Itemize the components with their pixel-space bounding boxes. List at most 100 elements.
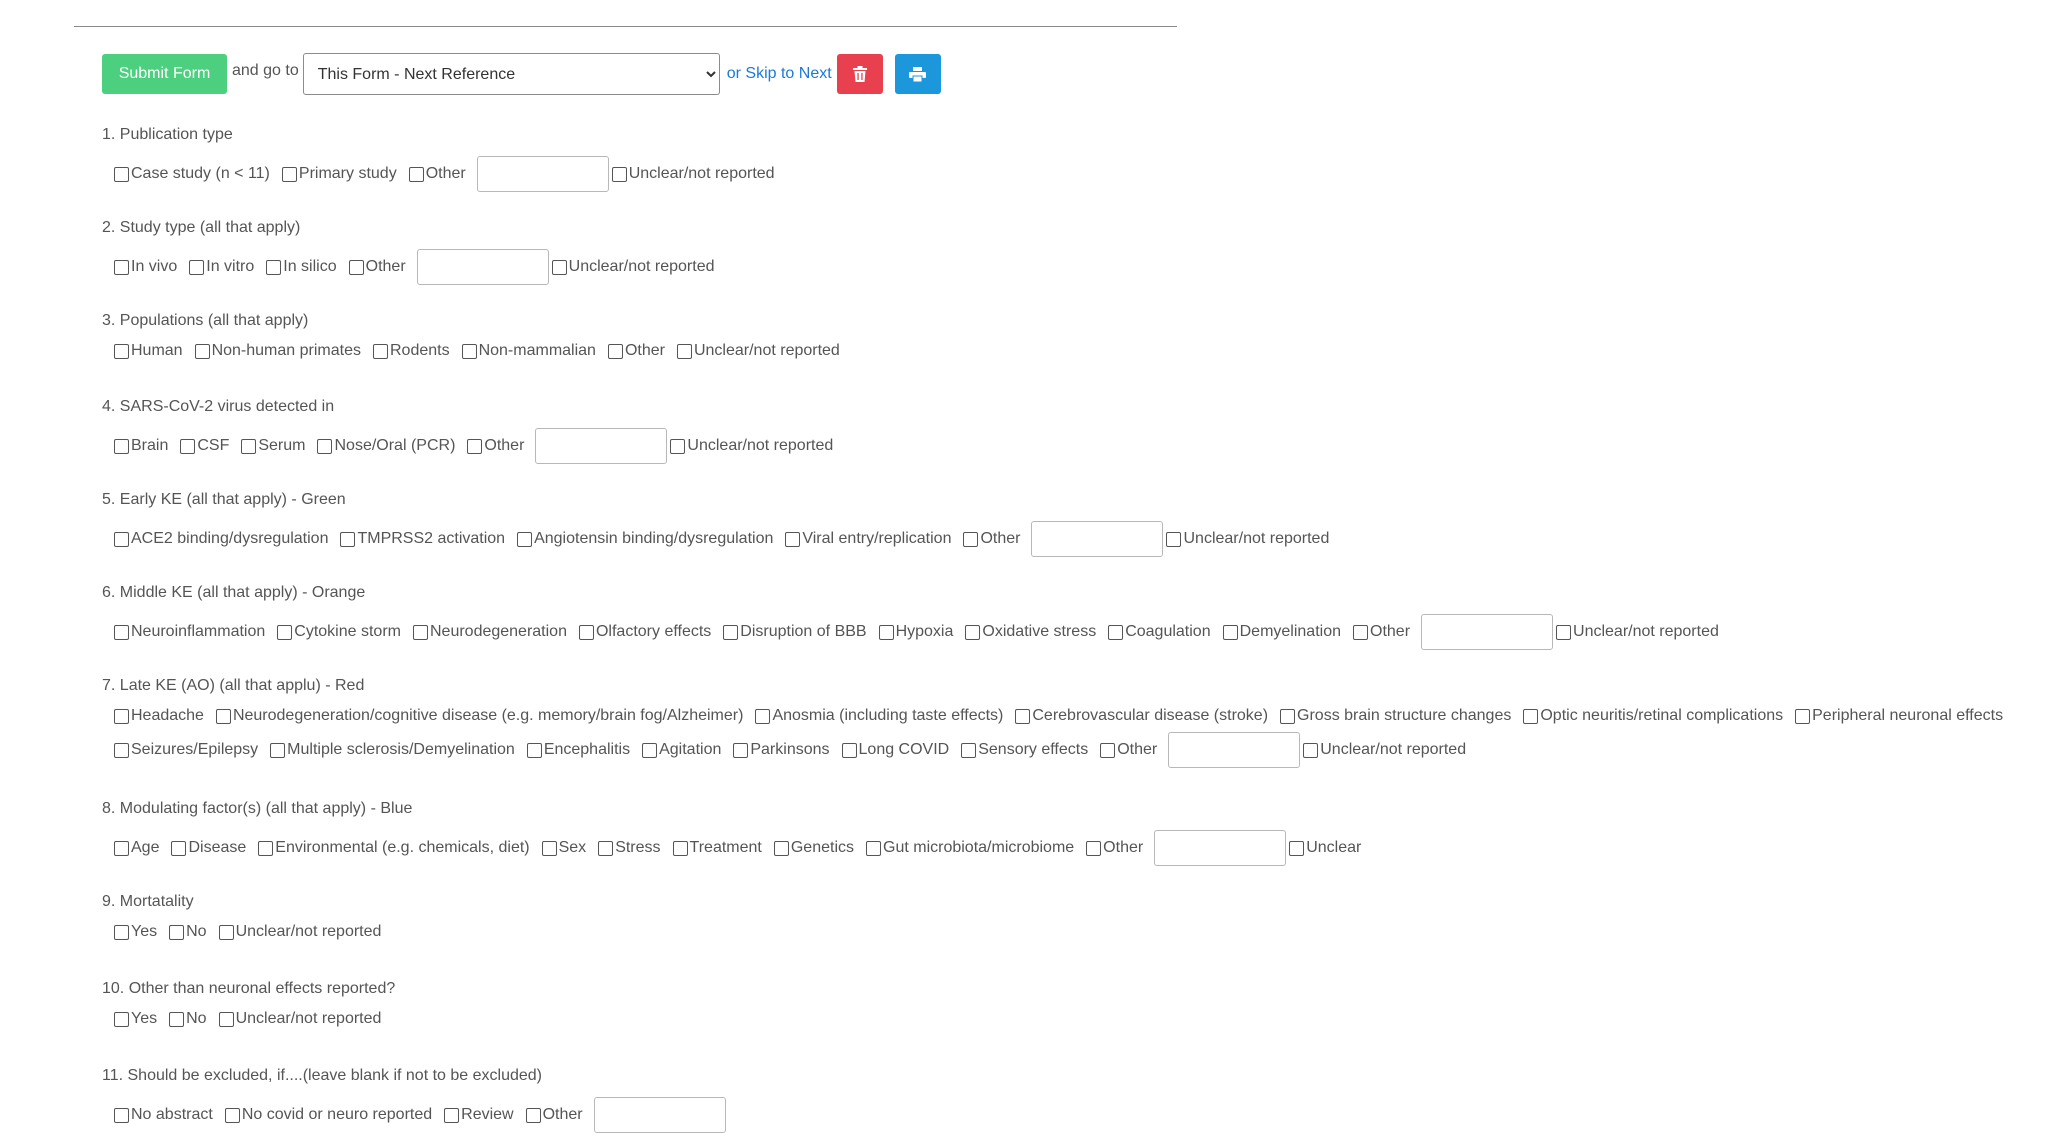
checkbox[interactable] <box>611 166 627 182</box>
checkbox[interactable] <box>1303 742 1319 758</box>
checkbox[interactable] <box>180 438 196 454</box>
option-checkbox[interactable]: Unclear/not reported <box>1166 530 1329 548</box>
checkbox[interactable] <box>114 708 129 724</box>
option-checkbox[interactable]: Other <box>348 258 406 276</box>
checkbox[interactable] <box>733 742 749 758</box>
option-checkbox[interactable]: Cytokine storm <box>277 623 401 641</box>
checkbox[interactable] <box>169 924 185 940</box>
checkbox[interactable] <box>1222 624 1238 640</box>
option-checkbox[interactable]: Oxidative stress <box>965 623 1096 641</box>
checkbox[interactable] <box>1523 708 1539 724</box>
option-checkbox[interactable]: Viral entry/replication <box>785 530 951 548</box>
option-checkbox[interactable]: Other <box>1086 839 1143 857</box>
option-checkbox[interactable]: No <box>169 1010 207 1028</box>
option-checkbox[interactable]: Yes <box>114 923 157 941</box>
option-checkbox[interactable]: Yes <box>114 1010 157 1028</box>
checkbox[interactable] <box>317 438 333 454</box>
option-checkbox[interactable]: In vitro <box>189 258 254 276</box>
checkbox[interactable] <box>1086 840 1102 856</box>
option-checkbox[interactable]: Non-human primates <box>194 342 361 360</box>
other-text-field[interactable] <box>1154 830 1287 866</box>
checkbox[interactable] <box>189 259 205 275</box>
option-checkbox[interactable]: Gut microbiota/microbiome <box>866 839 1074 857</box>
checkbox[interactable] <box>598 840 614 856</box>
option-checkbox[interactable]: Multiple sclerosis/Demyelination <box>270 741 515 759</box>
checkbox[interactable] <box>672 840 688 856</box>
checkbox[interactable] <box>340 531 356 547</box>
option-checkbox[interactable]: Unclear/not reported <box>551 258 715 276</box>
checkbox[interactable] <box>114 166 129 182</box>
checkbox[interactable] <box>467 438 483 454</box>
checkbox[interactable] <box>114 438 129 454</box>
checkbox[interactable] <box>1108 624 1124 640</box>
checkbox[interactable] <box>241 438 257 454</box>
checkbox[interactable] <box>114 840 129 856</box>
checkbox[interactable] <box>266 259 282 275</box>
option-checkbox[interactable]: Neurodegeneration/cognitive disease (e.g… <box>215 707 743 725</box>
checkbox[interactable] <box>169 1011 185 1027</box>
checkbox[interactable] <box>114 624 129 640</box>
other-text-field[interactable] <box>1421 614 1554 650</box>
checkbox[interactable] <box>114 742 129 758</box>
checkbox[interactable] <box>114 924 129 940</box>
checkbox[interactable] <box>676 343 692 359</box>
checkbox[interactable] <box>525 1107 541 1123</box>
option-checkbox[interactable]: No abstract <box>114 1106 213 1124</box>
option-checkbox[interactable]: Unclear/not reported <box>218 923 381 941</box>
option-checkbox[interactable]: Cerebrovascular disease (stroke) <box>1015 707 1268 725</box>
checkbox[interactable] <box>218 924 234 940</box>
option-checkbox[interactable]: Coagulation <box>1108 623 1211 641</box>
checkbox[interactable] <box>171 840 187 856</box>
checkbox[interactable] <box>1280 708 1296 724</box>
option-checkbox[interactable]: Unclear/not reported <box>1303 741 1466 759</box>
checkbox[interactable] <box>114 531 129 547</box>
option-checkbox[interactable]: Unclear/not reported <box>676 342 840 360</box>
checkbox[interactable] <box>114 1107 129 1123</box>
option-checkbox[interactable]: No covid or neuro reported <box>224 1106 432 1124</box>
checkbox[interactable] <box>1556 624 1572 640</box>
checkbox[interactable] <box>1166 531 1182 547</box>
option-checkbox[interactable]: TMPRSS2 activation <box>340 530 505 548</box>
checkbox[interactable] <box>408 166 424 182</box>
checkbox[interactable] <box>194 343 210 359</box>
checkbox[interactable] <box>1289 840 1305 856</box>
option-checkbox[interactable]: Unclear/not reported <box>218 1010 381 1028</box>
checkbox[interactable] <box>1015 708 1031 724</box>
option-checkbox[interactable]: Serum <box>241 437 305 455</box>
option-checkbox[interactable]: ACE2 binding/dysregulation <box>114 530 328 548</box>
option-checkbox[interactable]: Angiotensin binding/dysregulation <box>517 530 773 548</box>
option-checkbox[interactable]: Unclear <box>1289 839 1361 857</box>
option-checkbox[interactable]: Genetics <box>773 839 854 857</box>
other-text-field[interactable] <box>1031 521 1164 557</box>
checkbox[interactable] <box>1100 742 1116 758</box>
checkbox[interactable] <box>551 259 567 275</box>
option-checkbox[interactable]: Brain <box>114 437 168 455</box>
checkbox[interactable] <box>444 1107 460 1123</box>
option-checkbox[interactable]: Neuroinflammation <box>114 623 265 641</box>
checkbox[interactable] <box>526 742 542 758</box>
checkbox[interactable] <box>541 840 557 856</box>
checkbox[interactable] <box>723 624 739 640</box>
option-checkbox[interactable]: Olfactory effects <box>578 623 711 641</box>
option-checkbox[interactable]: Other <box>408 165 466 183</box>
option-checkbox[interactable]: Optic neuritis/retinal complications <box>1523 707 1783 725</box>
option-checkbox[interactable]: Anosmia (including taste effects) <box>755 707 1003 725</box>
option-checkbox[interactable]: Human <box>114 342 183 360</box>
option-checkbox[interactable]: Gross brain structure changes <box>1280 707 1511 725</box>
option-checkbox[interactable]: Long COVID <box>841 741 949 759</box>
option-checkbox[interactable]: Environmental (e.g. chemicals, diet) <box>258 839 530 857</box>
option-checkbox[interactable]: Rodents <box>372 342 450 360</box>
checkbox[interactable] <box>412 624 428 640</box>
option-checkbox[interactable]: Other <box>1100 741 1157 759</box>
checkbox[interactable] <box>215 708 231 724</box>
checkbox[interactable] <box>461 343 477 359</box>
other-text-field[interactable] <box>535 428 668 464</box>
checkbox[interactable] <box>277 624 293 640</box>
delete-button[interactable] <box>836 54 883 94</box>
print-button[interactable] <box>894 54 941 94</box>
checkbox[interactable] <box>114 1011 129 1027</box>
option-checkbox[interactable]: Headache <box>114 707 204 725</box>
other-text-field[interactable] <box>593 1097 726 1133</box>
checkbox[interactable] <box>785 531 801 547</box>
option-checkbox[interactable]: Unclear/not reported <box>611 165 775 183</box>
